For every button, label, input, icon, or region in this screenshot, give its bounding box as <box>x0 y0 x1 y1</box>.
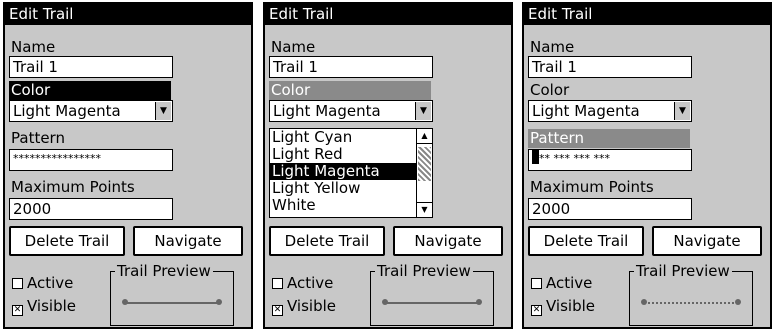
color-dropdown[interactable]: Light Magenta ▼ <box>269 100 433 122</box>
trail-preview-label: Trail Preview <box>115 262 213 280</box>
visible-label: Visible <box>27 297 76 315</box>
color-value: Light Magenta <box>273 102 381 120</box>
text-cursor <box>532 150 539 164</box>
trail-preview-label: Trail Preview <box>375 262 473 280</box>
trail-preview: Trail Preview <box>370 262 494 326</box>
panel-title: Edit Trail <box>524 4 770 25</box>
trail-preview-end-dot <box>735 299 741 305</box>
navigate-button[interactable]: Navigate <box>133 226 243 256</box>
scrollbar[interactable]: ▲ ▼ <box>416 129 432 217</box>
max-points-label: Maximum Points <box>530 178 654 196</box>
active-checkbox[interactable]: Active <box>272 274 333 292</box>
trail-preview-line <box>125 302 219 304</box>
chevron-down-icon[interactable]: ▼ <box>415 102 431 120</box>
name-label: Name <box>11 38 56 56</box>
checkbox-icon <box>531 278 542 289</box>
list-item[interactable]: Light Yellow <box>270 180 418 197</box>
navigate-button[interactable]: Navigate <box>652 226 762 256</box>
edit-trail-panel-2: Edit Trail Name Trail 1 Color Light Mage… <box>263 2 513 329</box>
visible-label: Visible <box>287 297 336 315</box>
trail-preview-start-dot <box>122 299 128 305</box>
active-label: Active <box>27 274 74 292</box>
list-item-selected[interactable]: Light Magenta <box>270 163 418 180</box>
color-dropdown[interactable]: Light Magenta ▼ <box>9 100 173 122</box>
name-field[interactable]: Trail 1 <box>528 56 692 78</box>
pattern-value: ** *** *** *** <box>539 152 610 165</box>
color-value: Light Magenta <box>13 102 121 120</box>
list-item[interactable]: White <box>270 197 418 214</box>
pattern-label: Pattern <box>528 129 690 148</box>
checkbox-checked-icon: ✕ <box>12 305 23 316</box>
visible-checkbox[interactable]: ✕ Visible <box>272 297 336 316</box>
color-label: Color <box>269 81 431 100</box>
scroll-up-icon[interactable]: ▲ <box>417 129 432 144</box>
trail-preview-end-dot <box>476 299 482 305</box>
delete-trail-button[interactable]: Delete Trail <box>9 226 125 256</box>
color-label: Color <box>530 81 570 99</box>
edit-trail-panel-3: Edit Trail Name Trail 1 Color Light Mage… <box>522 2 772 329</box>
checkbox-checked-icon: ✕ <box>272 305 283 316</box>
name-label: Name <box>271 38 316 56</box>
trail-preview: Trail Preview <box>629 262 753 326</box>
color-value: Light Magenta <box>532 102 640 120</box>
active-checkbox[interactable]: Active <box>12 274 73 292</box>
trail-preview-line <box>644 302 738 304</box>
delete-trail-button[interactable]: Delete Trail <box>269 226 385 256</box>
max-points-field[interactable]: 2000 <box>9 198 173 220</box>
navigate-button[interactable]: Navigate <box>393 226 503 256</box>
active-checkbox[interactable]: Active <box>531 274 592 292</box>
chevron-down-icon[interactable]: ▼ <box>155 102 171 120</box>
list-item[interactable]: Light Cyan <box>270 129 418 146</box>
checkbox-icon <box>272 278 283 289</box>
max-points-field[interactable]: 2000 <box>528 198 692 220</box>
edit-trail-panel-1: Edit Trail Name Trail 1 Color Light Mage… <box>3 2 253 329</box>
list-item[interactable]: Light Red <box>270 146 418 163</box>
max-points-label: Maximum Points <box>11 178 135 196</box>
scrollbar-thumb[interactable] <box>418 147 431 181</box>
trail-preview-line <box>385 302 479 304</box>
panel-title: Edit Trail <box>265 4 511 25</box>
trail-preview: Trail Preview <box>110 262 234 326</box>
trail-preview-start-dot <box>641 299 647 305</box>
trail-preview-start-dot <box>382 299 388 305</box>
chevron-down-icon[interactable]: ▼ <box>674 102 690 120</box>
checkbox-checked-icon: ✕ <box>531 305 542 316</box>
visible-checkbox[interactable]: ✕ Visible <box>12 297 76 316</box>
checkbox-icon <box>12 278 23 289</box>
color-label: Color <box>9 81 171 100</box>
name-field[interactable]: Trail 1 <box>269 56 433 78</box>
pattern-label: Pattern <box>11 129 65 147</box>
trail-preview-label: Trail Preview <box>634 262 732 280</box>
name-field[interactable]: Trail 1 <box>9 56 173 78</box>
active-label: Active <box>546 274 593 292</box>
scroll-down-icon[interactable]: ▼ <box>417 202 432 217</box>
active-label: Active <box>287 274 334 292</box>
trail-preview-end-dot <box>216 299 222 305</box>
name-label: Name <box>530 38 575 56</box>
visible-label: Visible <box>546 297 595 315</box>
delete-trail-button[interactable]: Delete Trail <box>528 226 644 256</box>
pattern-field[interactable]: **************** <box>9 149 173 171</box>
pattern-field[interactable]: ** *** *** *** <box>528 149 692 171</box>
panel-title: Edit Trail <box>5 4 251 25</box>
color-options-list[interactable]: Light Cyan Light Red Light Magenta Light… <box>269 128 433 218</box>
color-dropdown[interactable]: Light Magenta ▼ <box>528 100 692 122</box>
visible-checkbox[interactable]: ✕ Visible <box>531 297 595 316</box>
